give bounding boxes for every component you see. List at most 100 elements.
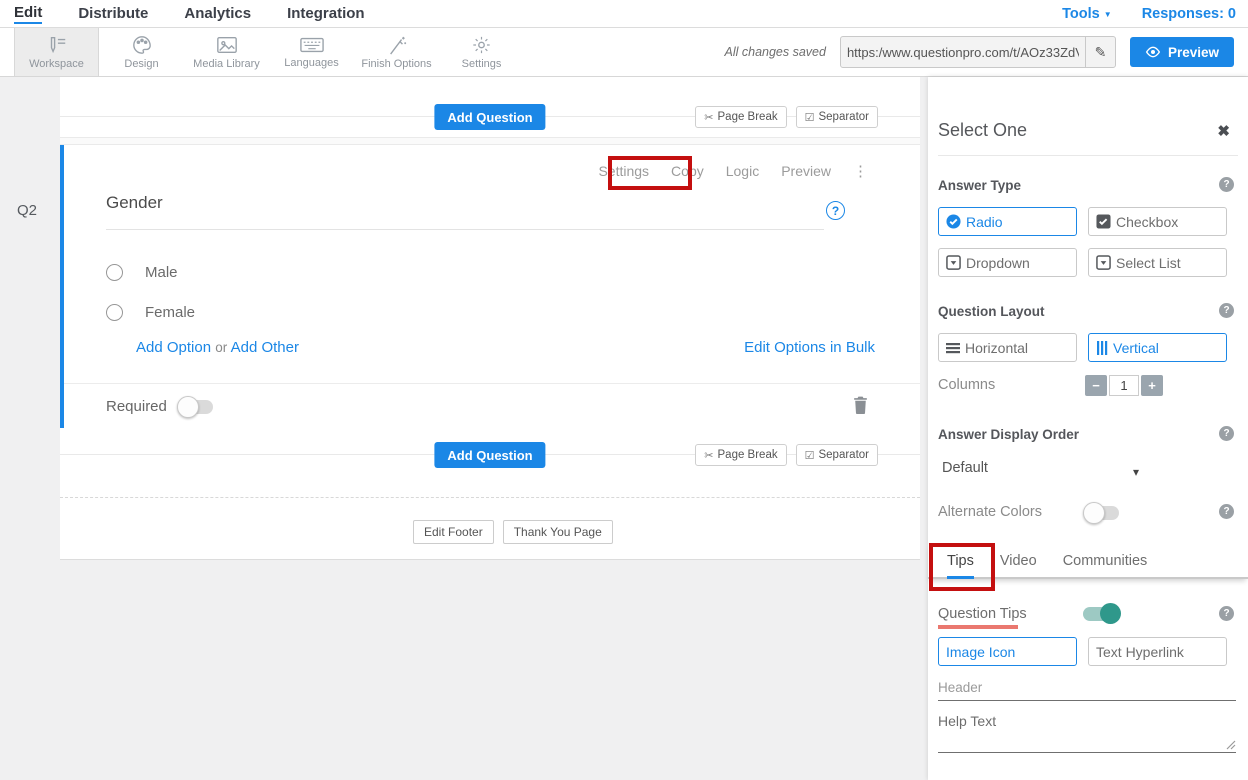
section-gap <box>60 137 920 145</box>
alternate-colors-toggle[interactable] <box>1085 506 1119 520</box>
nav-tab-integration[interactable]: Integration <box>287 5 365 22</box>
add-question-row-bottom: Add Question ✂Page Break ☑Separator <box>60 435 920 475</box>
answer-display-order-select[interactable]: Default <box>942 460 1142 476</box>
help-icon[interactable]: ? <box>1219 606 1234 621</box>
tab-tips[interactable]: Tips <box>947 553 974 579</box>
image-icon <box>216 35 238 55</box>
add-option-link[interactable]: Add Option <box>136 339 211 356</box>
columns-increment-button[interactable]: + <box>1141 375 1163 396</box>
separator-button[interactable]: ☑Separator <box>796 106 878 128</box>
tip-help-text-textarea[interactable] <box>938 713 1236 752</box>
scissors-icon: ✂ <box>704 111 713 124</box>
toolbar-item-finish-options[interactable]: Finish Options <box>354 28 439 76</box>
gear-icon <box>471 35 492 55</box>
toolbar-item-design[interactable]: Design <box>99 28 184 76</box>
select-list-box-icon <box>1096 255 1111 270</box>
toolbar-item-workspace[interactable]: Workspace <box>14 28 99 76</box>
question-block[interactable]: Settings Copy Logic Preview ⋮ Gender ? M… <box>60 145 920 428</box>
resize-handle-icon[interactable] <box>1226 740 1236 750</box>
question-number-label: Q2 <box>17 202 37 219</box>
help-icon[interactable]: ? <box>1219 504 1234 519</box>
question-action-menu: Settings Copy Logic Preview ⋮ <box>598 162 868 180</box>
answer-type-checkbox[interactable]: Checkbox <box>1088 207 1227 236</box>
trash-icon <box>853 395 868 414</box>
radio-button-female[interactable] <box>106 304 123 321</box>
toolbar-item-settings[interactable]: Settings <box>439 28 524 76</box>
question-tips-type-options: Image Icon Text Hyperlink <box>938 637 1227 666</box>
option-links: Add Option or Add Other <box>136 339 299 356</box>
radio-button-male[interactable] <box>106 264 123 281</box>
answer-display-order-label: Answer Display Order <box>938 427 1079 442</box>
question-tips-label: Question Tips <box>938 606 1027 622</box>
delete-question-button[interactable] <box>853 395 868 419</box>
tab-communities[interactable]: Communities <box>1063 553 1148 577</box>
option-label[interactable]: Female <box>145 304 195 321</box>
panel-title: Select One <box>938 120 1027 141</box>
nav-tab-edit[interactable]: Edit <box>14 4 42 24</box>
columns-value[interactable]: 1 <box>1109 375 1139 396</box>
preview-button[interactable]: Preview <box>1130 37 1234 67</box>
close-icon[interactable]: ✖ <box>1217 122 1230 140</box>
columns-decrement-button[interactable]: − <box>1085 375 1107 396</box>
caret-down-icon: ▼ <box>1104 10 1112 19</box>
answer-type-dropdown[interactable]: Dropdown <box>938 248 1077 277</box>
layout-horizontal-button[interactable]: Horizontal <box>938 333 1077 362</box>
required-label: Required <box>106 398 167 415</box>
layout-vertical-button[interactable]: Vertical <box>1088 333 1227 362</box>
question-help-icon[interactable]: ? <box>826 201 845 220</box>
add-question-button[interactable]: Add Question <box>434 104 545 130</box>
edit-footer-button[interactable]: Edit Footer <box>413 520 494 544</box>
help-icon[interactable]: ? <box>1219 303 1234 318</box>
image-icon-button[interactable]: Image Icon <box>938 637 1077 666</box>
tip-header-input[interactable] <box>938 675 1236 701</box>
horizontal-lines-icon <box>946 342 960 354</box>
separator-button[interactable]: ☑Separator <box>796 444 878 466</box>
add-other-link[interactable]: Add Other <box>231 339 299 356</box>
help-icon[interactable]: ? <box>1219 426 1234 441</box>
toolbar-item-languages[interactable]: Languages <box>269 28 354 76</box>
question-settings-button[interactable]: Settings <box>598 163 649 179</box>
text-hyperlink-button[interactable]: Text Hyperlink <box>1088 637 1227 666</box>
nav-tabs: Edit Distribute Analytics Integration <box>0 4 365 24</box>
tip-header-field <box>938 675 1236 701</box>
responses-count[interactable]: Responses: 0 <box>1142 6 1236 22</box>
checkbox-icon: ☑ <box>805 111 815 124</box>
toolbar-right: All changes saved ✎ Preview <box>725 28 1248 76</box>
annotation-underline-question-tips <box>938 625 1018 629</box>
panel-tab-bar: Tips Video Communities <box>928 543 1248 579</box>
answer-type-radio[interactable]: Radio <box>938 207 1077 236</box>
page-break-button[interactable]: ✂Page Break <box>695 106 786 128</box>
dropdown-box-icon <box>946 255 961 270</box>
nav-tab-distribute[interactable]: Distribute <box>78 5 148 22</box>
add-question-row-top: Add Question ✂Page Break ☑Separator <box>60 97 920 137</box>
question-preview-button[interactable]: Preview <box>781 163 831 179</box>
edit-url-pencil-icon[interactable]: ✎ <box>1085 37 1115 67</box>
option-label[interactable]: Male <box>145 264 178 281</box>
keyboard-icon <box>300 36 324 54</box>
save-status-text: All changes saved <box>725 45 826 59</box>
question-logic-button[interactable]: Logic <box>726 163 759 179</box>
question-footer-divider <box>64 383 920 384</box>
survey-url-input[interactable] <box>841 37 1085 67</box>
add-question-button[interactable]: Add Question <box>434 442 545 468</box>
survey-url-box: ✎ <box>840 36 1116 68</box>
columns-stepper: − 1 + <box>1085 375 1163 396</box>
question-tips-toggle[interactable] <box>1083 607 1119 621</box>
edit-options-bulk-link[interactable]: Edit Options in Bulk <box>744 339 875 356</box>
nav-tab-analytics[interactable]: Analytics <box>184 5 251 22</box>
palette-icon <box>131 35 153 55</box>
thank-you-page-button[interactable]: Thank You Page <box>503 520 613 544</box>
tools-menu[interactable]: Tools ▼ <box>1062 6 1112 22</box>
help-icon[interactable]: ? <box>1219 177 1234 192</box>
more-options-icon[interactable]: ⋮ <box>853 162 868 180</box>
question-copy-button[interactable]: Copy <box>671 163 704 179</box>
required-toggle[interactable] <box>179 400 213 414</box>
page-break-button[interactable]: ✂Page Break <box>695 444 786 466</box>
tab-video[interactable]: Video <box>1000 553 1037 577</box>
answer-type-select-list[interactable]: Select List <box>1088 248 1227 277</box>
toolbar-item-media-library[interactable]: Media Library <box>184 28 269 76</box>
survey-footer-controls: Edit Footer Thank You Page <box>413 520 613 544</box>
question-title[interactable]: Gender <box>106 193 163 213</box>
answer-type-options: Radio Checkbox Dropdown Select List <box>938 207 1227 277</box>
required-control: Required <box>106 398 213 415</box>
